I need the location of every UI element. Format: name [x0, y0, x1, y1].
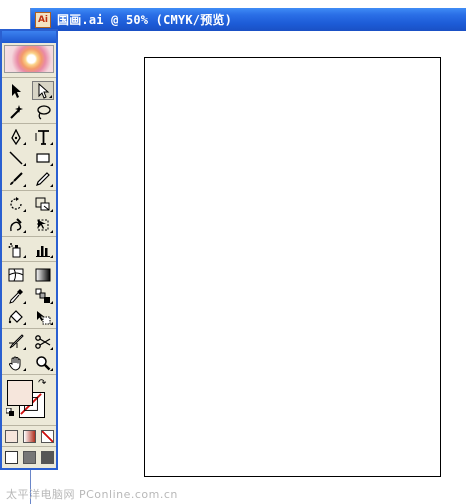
fill-stroke-controls: ↷	[2, 374, 56, 425]
free-transform-tool-icon[interactable]	[32, 215, 54, 234]
illustrator-logo-icon[interactable]	[4, 45, 54, 73]
type-tool-icon[interactable]	[32, 127, 54, 146]
swap-fill-stroke-icon[interactable]: ↷	[38, 378, 46, 389]
full-screen-menu-mode-button[interactable]	[22, 450, 36, 464]
full-screen-mode-button[interactable]	[40, 450, 54, 464]
illustrator-doc-icon: Ai	[35, 11, 51, 28]
mesh-tool-icon[interactable]	[5, 265, 27, 284]
default-fill-stroke-icon[interactable]	[6, 408, 14, 416]
magic-wand-tool-icon[interactable]	[5, 102, 27, 121]
direct-selection-tool-icon[interactable]	[31, 81, 54, 100]
tools-palette-title-bar[interactable]	[2, 31, 56, 43]
selection-tool-icon[interactable]	[5, 81, 27, 100]
lasso-tool-icon[interactable]	[32, 102, 54, 121]
fill-color-swatch[interactable]	[7, 380, 33, 406]
document-title: 国画.ai @ 50% (CMYK/预览)	[57, 13, 233, 27]
pen-tool-icon[interactable]	[5, 127, 27, 146]
gradient-tool-icon[interactable]	[32, 265, 54, 284]
eyedropper-tool-icon[interactable]	[5, 286, 27, 305]
hand-tool-icon[interactable]	[5, 353, 27, 372]
scale-tool-icon[interactable]	[32, 194, 54, 213]
live-paint-selection-tool-icon[interactable]	[32, 307, 54, 326]
line-segment-tool-icon[interactable]	[5, 148, 27, 167]
document-title-bar[interactable]: Ai 国画.ai @ 50% (CMYK/预览)	[31, 8, 466, 31]
artboard[interactable]	[144, 57, 441, 477]
watermark: 太平洋电脑网 PConline.com.cn	[6, 488, 178, 501]
tools-palette: ↷	[0, 29, 58, 470]
symbol-sprayer-tool-icon[interactable]	[5, 240, 27, 259]
zoom-tool-icon[interactable]	[32, 353, 54, 372]
canvas-area[interactable]	[31, 31, 466, 504]
blend-tool-icon[interactable]	[32, 286, 54, 305]
standard-screen-mode-button[interactable]	[4, 450, 18, 464]
column-graph-tool-icon[interactable]	[32, 240, 54, 259]
slice-tool-icon[interactable]	[5, 332, 27, 351]
rectangle-tool-icon[interactable]	[32, 148, 54, 167]
paintbrush-tool-icon[interactable]	[5, 169, 27, 188]
gradient-mode-button[interactable]	[22, 429, 36, 443]
color-mode-button[interactable]	[4, 429, 18, 443]
scissors-tool-icon[interactable]	[32, 332, 54, 351]
rotate-tool-icon[interactable]	[5, 194, 27, 213]
none-mode-button[interactable]	[40, 429, 54, 443]
warp-tool-icon[interactable]	[5, 215, 27, 234]
live-paint-bucket-tool-icon[interactable]	[5, 307, 27, 326]
document-window: Ai 国画.ai @ 50% (CMYK/预览)	[30, 8, 466, 504]
pencil-tool-icon[interactable]	[32, 169, 54, 188]
